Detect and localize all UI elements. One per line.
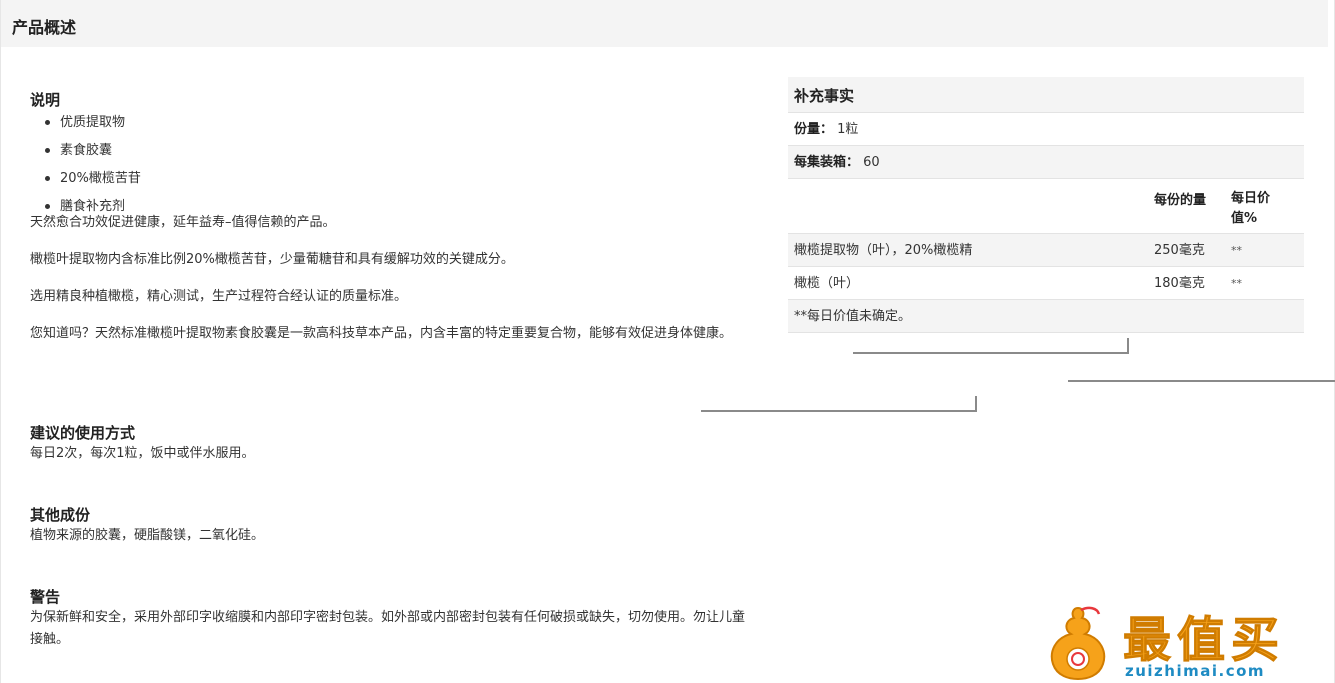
feature-list: 优质提取物 素食胶囊 20%橄榄苦苷 膳食补充剂 [30,112,755,224]
warning-text: 为保新鲜和安全，采用外部印字收缩膜和内部印字密封包装。如外部或内部密封包装有任何… [30,610,746,647]
servings-per-container-row: 每集装箱： 60 [788,146,1304,179]
feature-item: 20%橄榄苦苷 [30,168,755,196]
ingredient-row: 橄榄（叶） 180毫克 ** [788,267,1304,300]
daily-value-header: 每日价值% [1231,191,1271,226]
usage-heading: 建议的使用方式 [30,424,136,442]
description-section: 说明 优质提取物 素食胶囊 20%橄榄苦苷 膳食补充剂 天然愈合功效促进健康，延… [30,90,755,360]
ingredient-daily-value: ** [1231,244,1242,257]
facts-column-headers: 每份的量 每日价值% [788,179,1304,234]
usage-section: 建议的使用方式 每日2次，每次1粒，饭中或伴水服用。 [30,423,755,465]
ingredient-daily-value: ** [1231,277,1242,290]
serving-size-value: 1粒 [837,122,859,137]
ingredient-name: 橄榄（叶） [794,276,860,291]
other-ingredients-heading: 其他成份 [30,506,91,524]
warning-section: 警告 为保新鲜和安全，采用外部印字收缩膜和内部印字密封包装。如外部或内部密封包装… [30,587,755,651]
ingredient-amount: 250毫克 [1154,243,1205,258]
decorative-line [701,410,977,412]
decorative-line [1068,380,1335,382]
ingredient-amount: 180毫克 [1154,276,1205,291]
supplement-facts-title: 补充事实 [788,77,1304,113]
description-paragraph: 橄榄叶提取物内含标准比例20%橄榄苦苷，少量葡糖苷和具有缓解功效的关键成分。 [30,252,514,267]
ingredient-name: 橄榄提取物（叶），20%橄榄精 [794,243,973,258]
description-paragraph: 选用精良种植橄榄，精心测试，生产过程符合经认证的质量标准。 [30,289,408,304]
logo-url: zuizhimai.com [1125,662,1266,680]
serving-size-row: 份量： 1粒 [788,113,1304,146]
serving-size-label: 份量： [794,122,834,137]
decorative-line [1127,338,1129,354]
decorative-line [853,352,1129,354]
daily-value-note: **每日价值未确定。 [788,300,1304,333]
decorative-line [975,396,977,412]
page-header: 产品概述 [1,0,1328,47]
servings-per-container-value: 60 [863,155,880,170]
feature-item: 优质提取物 [30,112,755,140]
supplement-facts-table: 补充事实 份量： 1粒 每集装箱： 60 每份的量 每日价值% 橄榄提取物（叶）… [788,77,1304,333]
other-ingredients-text: 植物来源的胶囊，硬脂酸镁，二氧化硅。 [30,528,265,543]
watermark-logo: 最值买 zuizhimai.com [1045,598,1335,683]
logo-text: 最值买 [1122,612,1286,669]
gourd-icon [1050,606,1106,680]
description-paragraph: 您知道吗？天然标准橄榄叶提取物素食胶囊是一款高科技草本产品，内含丰富的特定重要复… [30,326,733,341]
feature-item: 膳食补充剂 [30,196,755,224]
feature-item: 素食胶囊 [30,140,755,168]
page-title: 产品概述 [12,18,77,37]
description-heading: 说明 [30,91,61,109]
servings-per-container-label: 每集装箱： [794,155,860,170]
other-ingredients-section: 其他成份 植物来源的胶囊，硬脂酸镁，二氧化硅。 [30,505,755,547]
usage-text: 每日2次，每次1粒，饭中或伴水服用。 [30,446,255,461]
amount-per-serving-header: 每份的量 [1154,193,1207,208]
ingredient-row: 橄榄提取物（叶），20%橄榄精 250毫克 ** [788,234,1304,267]
warning-heading: 警告 [30,588,61,606]
